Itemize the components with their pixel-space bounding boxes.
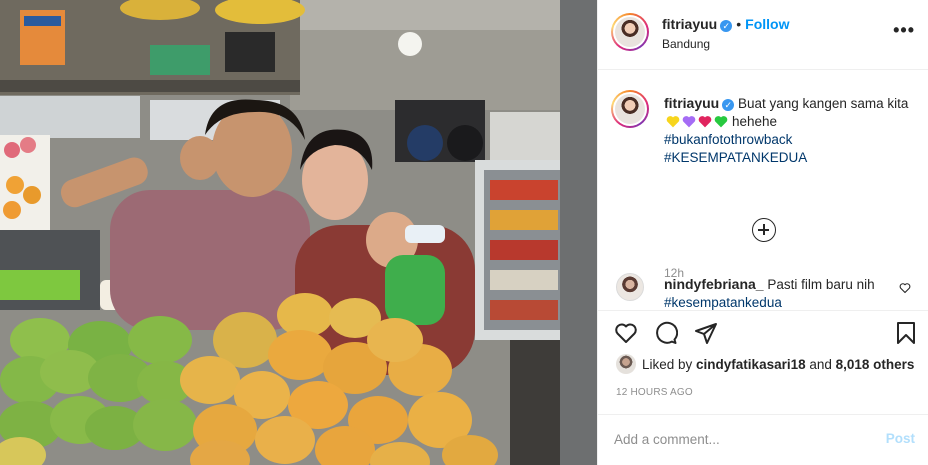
follow-button[interactable]: Follow: [745, 16, 789, 32]
caption-heart-icon-2: [682, 116, 696, 128]
liker-avatar[interactable]: [616, 354, 636, 374]
post-timestamp[interactable]: 12 HOURS AGO: [616, 387, 693, 398]
likes-summary: Liked by cindyfatikasari18 and 8,018 oth…: [616, 354, 914, 376]
post-header: fitriayuu ✓ • Follow Bandung •••: [598, 0, 928, 70]
separator-dot: •: [736, 16, 742, 32]
hashtag-1[interactable]: #bukanfotothrowback: [664, 131, 919, 149]
caption-heart-icon-4: [714, 116, 728, 128]
post-side-panel: fitriayuu ✓ • Follow Bandung ••• fitriayuu ✓…: [597, 0, 928, 465]
author-line: fitriayuu ✓ • Follow: [662, 16, 789, 32]
action-bar: [598, 310, 928, 354]
likes-middle: and: [805, 357, 836, 372]
post-location[interactable]: Bandung: [662, 37, 710, 51]
likes-prefix: Liked by: [642, 357, 697, 372]
caption-username[interactable]: fitriayuu: [664, 95, 719, 111]
author-avatar[interactable]: [611, 13, 649, 51]
caption-heart-icon-3: [698, 116, 712, 128]
caption-body: Buat yang kangen sama kita: [738, 96, 909, 111]
caption-text: fitriayuu ✓ Buat yang kangen sama kita heh…: [664, 94, 919, 167]
comment-body: Pasti film baru nih: [767, 277, 875, 292]
commenter-username[interactable]: nindyfebriana_: [664, 276, 764, 292]
post-comment-button[interactable]: Post: [886, 431, 915, 446]
caption-end: hehehe: [732, 114, 778, 129]
caption-heart-icon-1: [666, 116, 680, 128]
author-username[interactable]: fitriayuu: [662, 16, 717, 32]
comment-item: nindyfebriana_ Pasti film baru nih #kese…: [598, 270, 928, 310]
comment-icon[interactable]: [654, 321, 678, 345]
heart-icon[interactable]: [614, 321, 638, 345]
liker-username[interactable]: cindyfatikasari18: [696, 357, 806, 372]
add-comment-bar: Post: [598, 414, 928, 465]
post-image: [0, 0, 597, 465]
bookmark-icon[interactable]: [894, 321, 918, 345]
comment-text: nindyfebriana_ Pasti film baru nih #kese…: [664, 275, 894, 312]
more-options-icon[interactable]: •••: [893, 20, 915, 41]
comment-like-heart-icon[interactable]: [899, 282, 911, 294]
caption-avatar[interactable]: [611, 90, 649, 128]
verified-badge-icon: ✓: [722, 99, 735, 111]
share-icon[interactable]: [694, 321, 718, 345]
hashtag-2[interactable]: #KESEMPATANKEDUA: [664, 149, 919, 167]
verified-badge-icon: ✓: [720, 20, 733, 32]
commenter-avatar[interactable]: [616, 273, 644, 301]
comment-input[interactable]: [614, 427, 864, 451]
caption-hearts: [666, 115, 728, 128]
post-photo[interactable]: [0, 0, 597, 465]
likes-count[interactable]: 8,018 others: [836, 357, 915, 372]
load-more-icon[interactable]: [752, 218, 776, 242]
